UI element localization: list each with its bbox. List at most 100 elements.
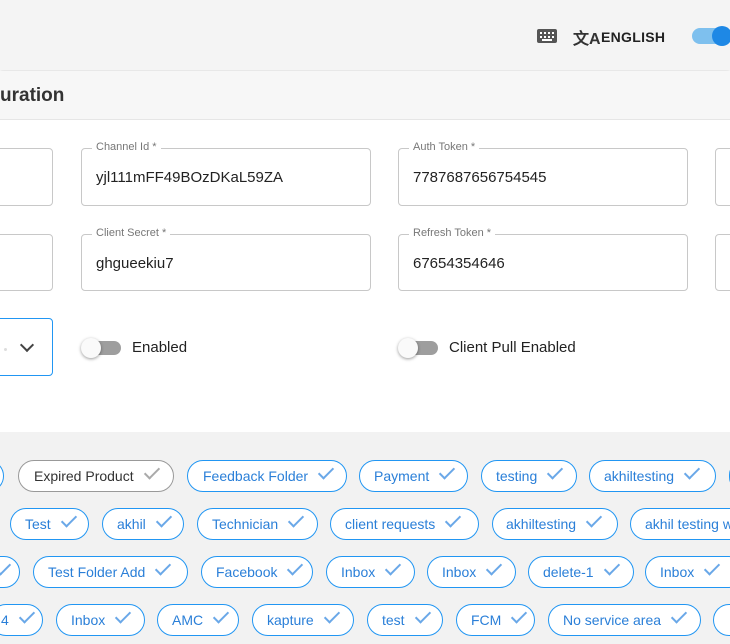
client-pull-toggle[interactable]: [398, 338, 438, 358]
folder-chip[interactable]: AMC: [157, 604, 239, 636]
client-secret-value: ghgueekiu7: [96, 255, 174, 272]
check-icon: [704, 559, 721, 576]
folder-chips-area: Expired Product Feedback Folder Payment …: [0, 432, 730, 644]
folder-chip[interactable]: Inbox: [56, 604, 145, 636]
folder-chip-label: akhiltesting: [604, 468, 675, 484]
folder-chip-label: akhil: [117, 516, 146, 532]
folder-chip[interactable]: 4: [0, 604, 43, 636]
select-placeholder-dot: [4, 348, 7, 351]
chevron-down-icon: [19, 337, 35, 353]
folder-chip[interactable]: akhiltesting: [492, 508, 618, 540]
enabled-toggle-knob: [81, 338, 101, 358]
folder-chip[interactable]: Inbox: [427, 556, 516, 588]
folder-chip[interactable]: Facebook: [201, 556, 313, 588]
folder-chip-partial[interactable]: [0, 460, 4, 492]
folder-chip[interactable]: testing: [481, 460, 577, 492]
folder-chip[interactable]: Expired Product: [18, 460, 174, 492]
enabled-toggle-label: Enabled: [132, 339, 188, 356]
refresh-token-value: 67654354646: [413, 255, 505, 272]
check-icon: [385, 559, 402, 576]
top-bar: 文A ENGLISH: [0, 0, 730, 70]
folder-chip-label: Inbox: [71, 612, 106, 628]
check-icon: [317, 463, 335, 480]
folder-chip-label: Facebook: [216, 564, 278, 580]
folder-chip-label: kapture: [267, 612, 314, 628]
folder-chip-label: Inbox: [341, 564, 376, 580]
check-icon: [212, 607, 230, 624]
check-icon: [60, 511, 77, 528]
left-field-partial-2[interactable]: [0, 234, 53, 291]
folder-chip-label: AMC: [172, 612, 204, 628]
folder-chip-label: delete-1: [543, 564, 594, 580]
dropdown-select[interactable]: [0, 318, 53, 376]
folder-chip[interactable]: test: [367, 604, 443, 636]
client-secret-field[interactable]: Client Secret * ghgueekiu7: [81, 227, 371, 291]
translate-icon[interactable]: 文A: [573, 25, 601, 49]
check-icon: [547, 463, 564, 480]
check-icon: [0, 559, 12, 576]
client-pull-toggle-label: Client Pull Enabled: [449, 339, 576, 356]
check-icon: [683, 463, 701, 480]
check-icon: [143, 463, 160, 480]
folder-chip[interactable]: Inbox: [326, 556, 415, 588]
theme-toggle-knob: [712, 26, 730, 46]
channel-id-label: Channel Id *: [92, 141, 161, 153]
folder-chip-label: akhiltesting: [506, 516, 577, 532]
refresh-token-label: Refresh Token *: [409, 227, 496, 239]
folder-chip[interactable]: akhiltesting: [589, 460, 716, 492]
folder-chip[interactable]: Payment: [359, 460, 468, 492]
check-icon: [288, 511, 305, 528]
folder-chip-partial[interactable]: [713, 604, 730, 636]
folder-chip-label: Inbox: [660, 564, 695, 580]
folder-chip[interactable]: FCM: [456, 604, 535, 636]
folder-chip[interactable]: kapture: [252, 604, 354, 636]
refresh-token-field[interactable]: Refresh Token * 67654354646: [398, 227, 688, 291]
check-icon: [155, 559, 172, 576]
check-icon: [603, 559, 620, 576]
language-selector[interactable]: ENGLISH: [601, 29, 665, 45]
check-icon: [445, 511, 462, 528]
folder-chip-label: No service area: [563, 612, 662, 628]
check-icon: [414, 607, 431, 624]
channel-id-value: yjl111mFF49BOzDKaL59ZA: [96, 169, 284, 186]
folder-chip[interactable]: Feedback Folder: [187, 460, 347, 492]
check-icon: [115, 607, 132, 624]
check-icon: [511, 607, 528, 624]
check-icon: [585, 511, 603, 528]
right-field-partial-1[interactable]: [715, 148, 730, 206]
folder-chip-partial[interactable]: [0, 556, 20, 588]
folder-chip[interactable]: client requests: [330, 508, 479, 540]
left-field-partial-1[interactable]: [0, 148, 53, 206]
folder-chip[interactable]: Technician: [197, 508, 318, 540]
check-icon: [323, 607, 340, 624]
section-title: uration: [0, 85, 65, 106]
client-secret-label: Client Secret *: [92, 227, 171, 239]
folder-chip[interactable]: Inbox: [645, 556, 730, 588]
client-pull-toggle-knob: [398, 338, 418, 358]
channel-id-field[interactable]: Channel Id * yjl111mFF49BOzDKaL59ZA: [81, 141, 371, 206]
check-icon: [18, 607, 35, 624]
folder-chip[interactable]: Test: [10, 508, 89, 540]
folder-chip[interactable]: No service area: [548, 604, 701, 636]
folder-chip[interactable]: delete-1: [528, 556, 634, 588]
theme-toggle[interactable]: [692, 26, 730, 46]
folder-chip-label: 4: [1, 612, 9, 628]
check-icon: [439, 463, 456, 480]
check-icon: [486, 559, 503, 576]
folder-chip-label: Feedback Folder: [203, 468, 309, 484]
folder-chip[interactable]: akhil testing w: [630, 508, 730, 540]
folder-chip-label: client requests: [345, 516, 436, 532]
keyboard-icon[interactable]: [537, 29, 557, 43]
folder-chip-label: FCM: [471, 612, 502, 628]
auth-token-label: Auth Token *: [409, 141, 480, 153]
auth-token-field[interactable]: Auth Token * 7787687656754545: [398, 141, 688, 206]
right-field-partial-2[interactable]: [715, 234, 730, 291]
section-header: uration: [0, 71, 730, 120]
auth-token-value: 7787687656754545: [413, 169, 547, 186]
folder-chip-label: Expired Product: [34, 468, 134, 484]
check-icon: [287, 559, 304, 576]
folder-chip-label: Payment: [374, 468, 430, 484]
enabled-toggle[interactable]: [81, 338, 121, 358]
folder-chip[interactable]: Test Folder Add: [33, 556, 188, 588]
folder-chip[interactable]: akhil: [102, 508, 184, 540]
